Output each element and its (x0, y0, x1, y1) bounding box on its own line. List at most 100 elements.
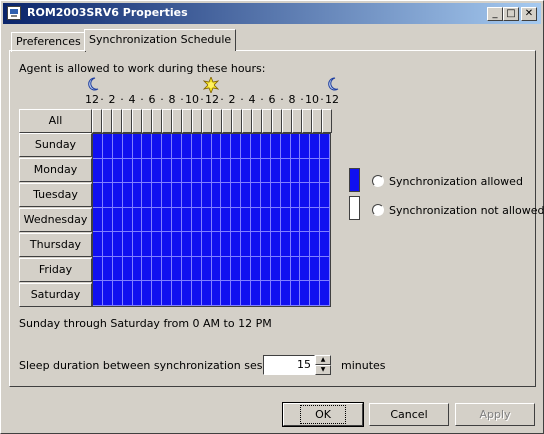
schedule-cell[interactable] (201, 158, 212, 184)
schedule-cell[interactable] (221, 207, 232, 233)
schedule-cell[interactable] (280, 183, 291, 208)
schedule-cell[interactable] (300, 134, 311, 159)
schedule-cell[interactable] (290, 158, 301, 184)
schedule-cell[interactable] (93, 158, 103, 184)
schedule-cell[interactable] (152, 183, 163, 208)
schedule-cell[interactable] (191, 207, 202, 233)
not-allowed-radio-label[interactable]: Synchronization not allowed (389, 204, 544, 217)
schedule-cell[interactable] (290, 281, 301, 306)
day-button-wednesday[interactable]: Wednesday (19, 208, 92, 232)
schedule-cell[interactable] (251, 158, 261, 184)
schedule-cell[interactable] (201, 256, 212, 282)
schedule-cell[interactable] (221, 232, 232, 257)
close-button[interactable]: ✕ (521, 7, 537, 21)
schedule-cell[interactable] (93, 232, 103, 257)
schedule-cell[interactable] (300, 256, 311, 282)
schedule-cell[interactable] (201, 232, 212, 257)
schedule-cell[interactable] (181, 183, 192, 208)
spin-down-button[interactable]: ▼ (315, 365, 331, 375)
schedule-cell[interactable] (241, 134, 251, 159)
schedule-cell[interactable] (310, 232, 321, 257)
schedule-cell[interactable] (221, 256, 232, 282)
schedule-cell[interactable] (270, 256, 281, 282)
schedule-cell[interactable] (310, 256, 321, 282)
allowed-radio-label[interactable]: Synchronization allowed (389, 175, 523, 188)
schedule-cell[interactable] (122, 281, 133, 306)
schedule-cell[interactable] (172, 207, 182, 233)
schedule-cell[interactable] (290, 232, 301, 257)
schedule-cell[interactable] (300, 207, 311, 233)
schedule-cell[interactable] (290, 183, 301, 208)
schedule-cell[interactable] (310, 183, 321, 208)
title-bar[interactable]: ROM2003SRV6 Properties _ □ ✕ (3, 3, 541, 24)
schedule-cell[interactable] (241, 256, 251, 282)
schedule-cell[interactable] (142, 256, 153, 282)
schedule-cell[interactable] (142, 158, 153, 184)
hour-column-button[interactable] (212, 109, 222, 133)
maximize-button[interactable]: □ (503, 7, 519, 21)
schedule-cell[interactable] (211, 134, 222, 159)
schedule-cell[interactable] (270, 232, 281, 257)
cancel-button[interactable]: Cancel (369, 403, 449, 426)
schedule-cell[interactable] (93, 281, 103, 306)
schedule-cell[interactable] (231, 158, 242, 184)
day-button-sunday[interactable]: Sunday (19, 133, 92, 157)
schedule-cell[interactable] (142, 232, 153, 257)
schedule-cell[interactable] (162, 207, 172, 233)
hour-column-button[interactable] (262, 109, 272, 133)
schedule-cell[interactable] (310, 207, 321, 233)
schedule-cell[interactable] (231, 183, 242, 208)
schedule-cell[interactable] (162, 281, 172, 306)
schedule-cell[interactable] (251, 232, 261, 257)
schedule-cell[interactable] (320, 207, 330, 233)
schedule-cell[interactable] (231, 232, 242, 257)
ok-button[interactable]: OK (282, 402, 364, 427)
schedule-cell[interactable] (181, 207, 192, 233)
not-allowed-radio[interactable] (372, 204, 384, 216)
schedule-cell[interactable] (231, 256, 242, 282)
schedule-cell[interactable] (241, 183, 251, 208)
schedule-cell[interactable] (152, 281, 163, 306)
hour-column-button[interactable] (142, 109, 152, 133)
schedule-cell[interactable] (211, 158, 222, 184)
schedule-cell[interactable] (93, 134, 103, 159)
hour-column-button[interactable] (122, 109, 132, 133)
hour-column-button[interactable] (242, 109, 252, 133)
schedule-cell[interactable] (270, 134, 281, 159)
schedule-cell[interactable] (93, 207, 103, 233)
schedule-cell[interactable] (260, 232, 271, 257)
schedule-cell[interactable] (102, 256, 113, 282)
schedule-cell[interactable] (221, 158, 232, 184)
schedule-cell[interactable] (241, 207, 251, 233)
hour-column-button[interactable] (92, 109, 102, 133)
schedule-cell[interactable] (320, 158, 330, 184)
schedule-cell[interactable] (122, 232, 133, 257)
schedule-cell[interactable] (172, 232, 182, 257)
hour-column-button[interactable] (252, 109, 262, 133)
schedule-cell[interactable] (231, 281, 242, 306)
schedule-cell[interactable] (191, 183, 202, 208)
schedule-cell[interactable] (270, 207, 281, 233)
hour-column-button[interactable] (192, 109, 202, 133)
schedule-cell[interactable] (300, 232, 311, 257)
schedule-cell[interactable] (201, 183, 212, 208)
schedule-cell[interactable] (122, 158, 133, 184)
tab-preferences[interactable]: Preferences (11, 32, 86, 52)
schedule-cell[interactable] (211, 183, 222, 208)
hour-column-button[interactable] (302, 109, 312, 133)
schedule-cell[interactable] (300, 183, 311, 208)
schedule-cell[interactable] (112, 158, 123, 184)
hour-column-button[interactable] (132, 109, 142, 133)
schedule-cell[interactable] (162, 232, 172, 257)
schedule-cell[interactable] (290, 134, 301, 159)
schedule-cell[interactable] (142, 281, 153, 306)
schedule-cell[interactable] (191, 281, 202, 306)
schedule-cell[interactable] (132, 134, 143, 159)
schedule-cell[interactable] (320, 281, 330, 306)
schedule-cell[interactable] (152, 256, 163, 282)
minimize-button[interactable]: _ (487, 7, 503, 21)
schedule-cell[interactable] (191, 158, 202, 184)
schedule-cell[interactable] (172, 134, 182, 159)
day-button-monday[interactable]: Monday (19, 158, 92, 182)
schedule-cell[interactable] (132, 183, 143, 208)
